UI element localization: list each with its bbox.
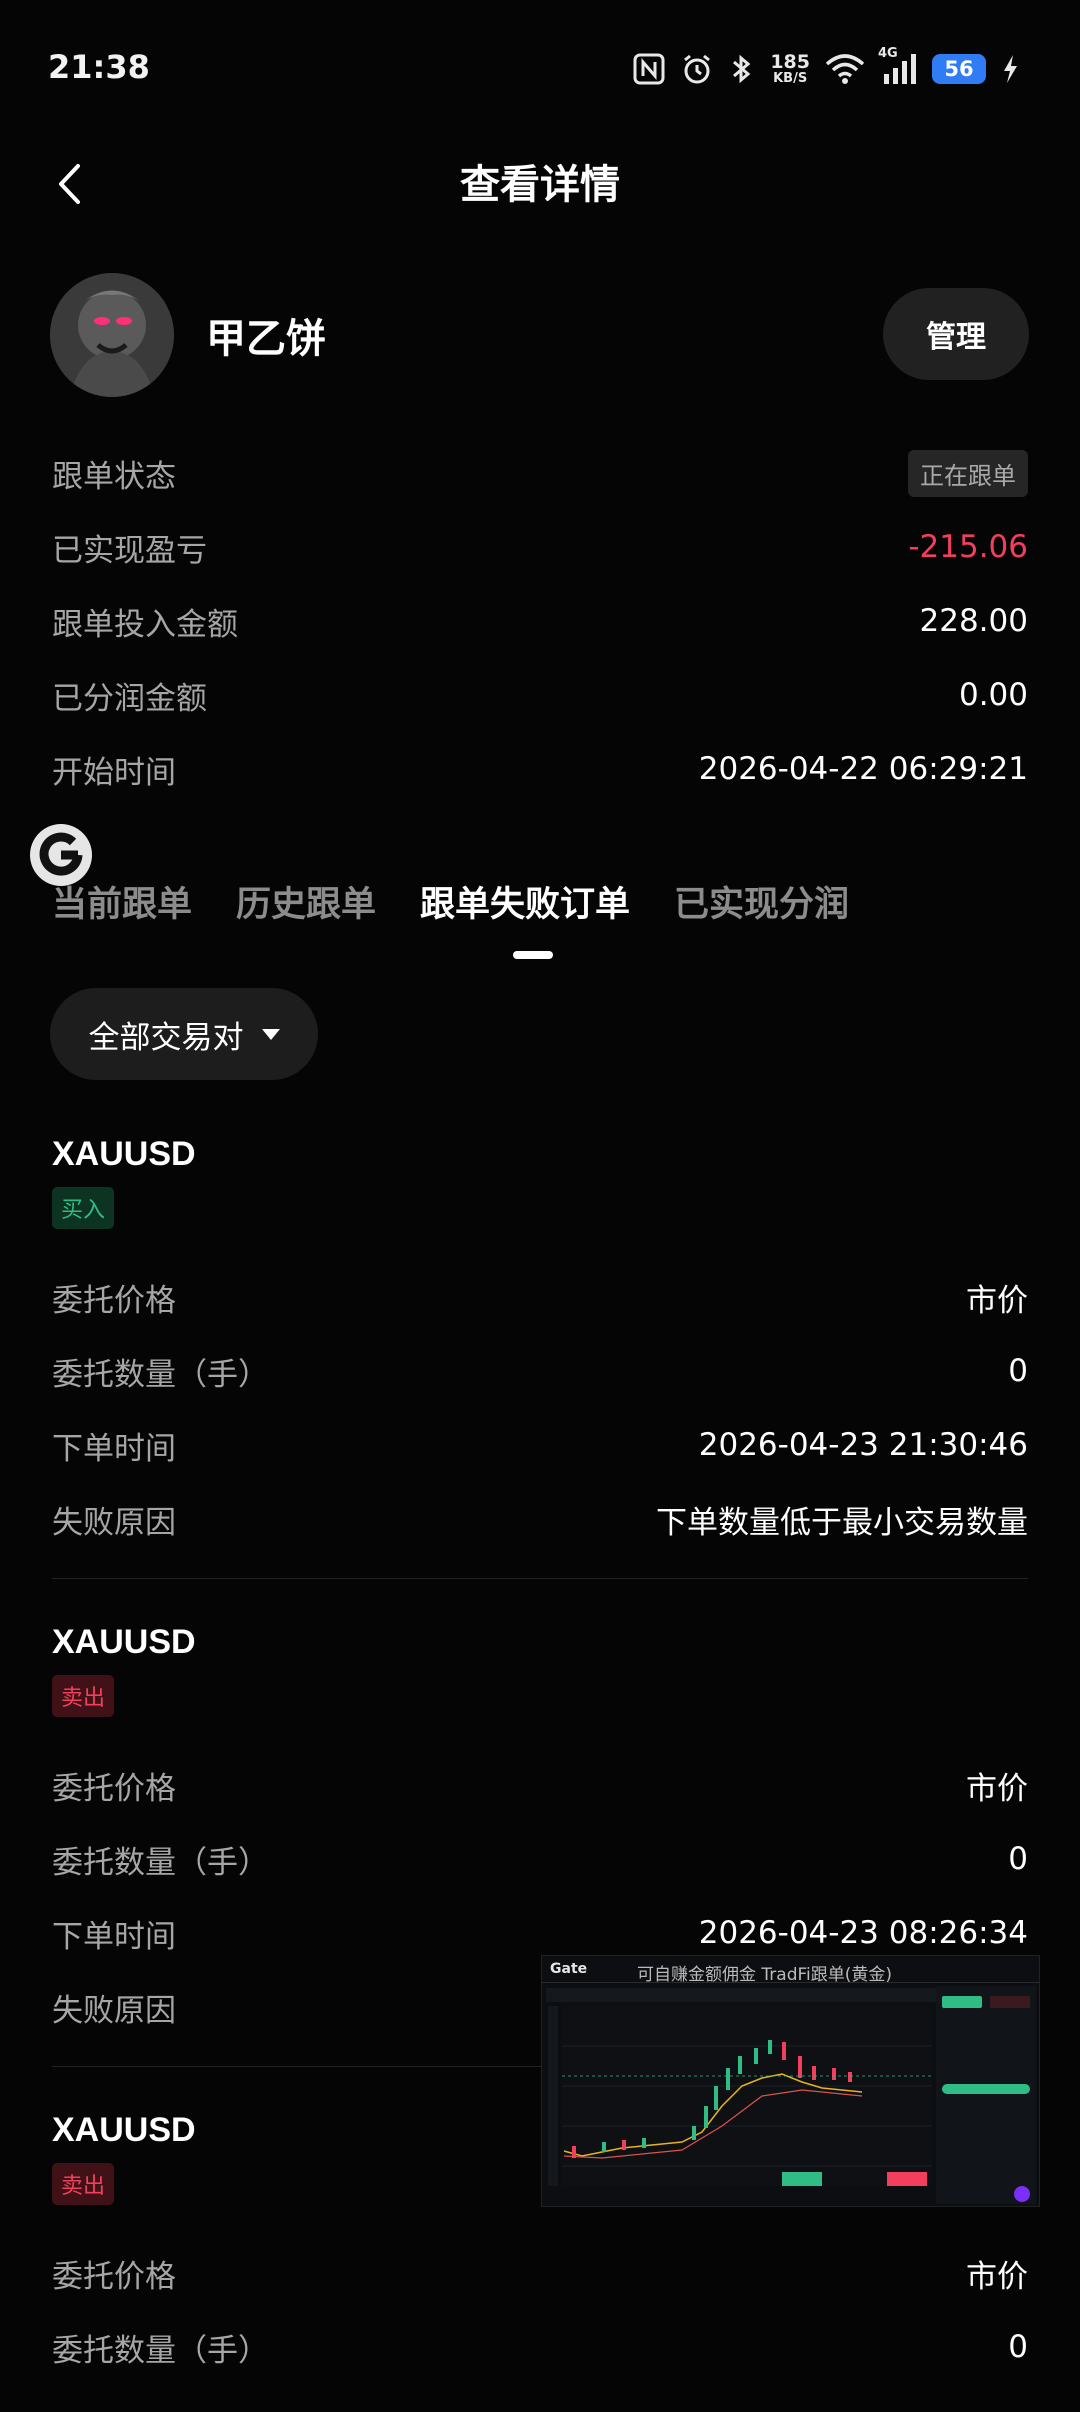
tab-indicator bbox=[513, 951, 553, 959]
summary-label: 跟单状态 bbox=[52, 458, 176, 495]
order-symbol: XAUUSD bbox=[52, 1623, 196, 1661]
pip-chart-thumbnail bbox=[542, 1982, 1039, 2204]
charging-icon bbox=[1000, 52, 1020, 86]
nfc-icon bbox=[632, 52, 666, 86]
pair-filter-dropdown[interactable]: 全部交易对 bbox=[50, 988, 318, 1080]
order-row-label: 委托价格 bbox=[52, 1282, 176, 1319]
order-row-value: 2026-04-23 21:30:46 bbox=[698, 1427, 1028, 1463]
order-row: 委托数量（手） 0 bbox=[52, 1346, 1028, 1396]
order-row-value: 市价 bbox=[966, 2258, 1028, 2295]
order-row: 下单时间 2026-04-23 21:30:46 bbox=[52, 1420, 1028, 1470]
order-row-label: 委托数量（手） bbox=[52, 2332, 269, 2369]
order-side-badge: 卖出 bbox=[52, 1675, 115, 1717]
order-row-label: 失败原因 bbox=[52, 1992, 176, 2029]
alarm-icon bbox=[680, 52, 714, 86]
order-row: 委托价格 市价 bbox=[52, 2248, 1028, 2298]
order-side-badge: 卖出 bbox=[52, 2163, 115, 2205]
order-row-value: 0 bbox=[1008, 1353, 1028, 1389]
pair-filter-label: 全部交易对 bbox=[88, 1019, 244, 1056]
manage-button[interactable]: 管理 bbox=[883, 288, 1029, 380]
summary-label: 跟单投入金额 bbox=[52, 606, 238, 643]
trader-name: 甲乙饼 bbox=[206, 316, 326, 362]
order-row-label: 委托价格 bbox=[52, 2258, 176, 2295]
order-row: 委托价格 市价 bbox=[52, 1760, 1028, 1810]
summary-row-profit-share: 已分润金额 0.00 bbox=[52, 670, 1028, 720]
refresh-icon[interactable] bbox=[28, 822, 94, 888]
order-side-badge: 买入 bbox=[52, 1187, 115, 1229]
summary-row-investment: 跟单投入金额 228.00 bbox=[52, 596, 1028, 646]
summary-label: 已实现盈亏 bbox=[52, 532, 207, 569]
summary-value: 2026-04-22 06:29:21 bbox=[698, 751, 1028, 787]
bluetooth-icon bbox=[728, 52, 756, 86]
net-speed-unit: KB/S bbox=[773, 71, 808, 86]
summary-row-status: 跟单状态 正在跟单 bbox=[52, 448, 1028, 498]
nav-header: 查看详情 bbox=[0, 140, 1080, 250]
summary-value: 0.00 bbox=[958, 677, 1028, 713]
status-bar: 21:38 185 KB/S 4G 56 bbox=[0, 0, 1080, 140]
order-row: 失败原因 下单数量低于最小交易数量 bbox=[52, 1494, 1028, 1544]
order-row-label: 失败原因 bbox=[52, 1504, 176, 1541]
order-row-label: 委托数量（手） bbox=[52, 1844, 269, 1881]
net-speed-value: 185 bbox=[770, 51, 810, 73]
network-type: 4G bbox=[878, 46, 898, 61]
order-row: 委托数量（手） 0 bbox=[52, 1834, 1028, 1884]
order-row: 委托数量（手） 0 bbox=[52, 2322, 1028, 2372]
page-title: 查看详情 bbox=[460, 162, 620, 208]
order-row-value: 下单数量低于最小交易数量 bbox=[656, 1504, 1028, 1541]
order-card: XAUUSD 买入 委托价格 市价 委托数量（手） 0 下单时间 2026-04… bbox=[52, 1135, 1028, 1579]
summary-label: 已分润金额 bbox=[52, 680, 207, 717]
caret-down-icon bbox=[261, 1028, 280, 1040]
tab-history-copy[interactable]: 历史跟单 bbox=[236, 876, 376, 936]
order-row-value: 0 bbox=[1008, 2329, 1028, 2365]
summary-row-realized-pnl: 已实现盈亏 -215.06 bbox=[52, 522, 1028, 572]
order-row-value: 0 bbox=[1008, 1841, 1028, 1877]
tab-realized-profit-share[interactable]: 已实现分润 bbox=[674, 876, 849, 936]
order-row-label: 下单时间 bbox=[52, 1918, 176, 1955]
summary-value: 228.00 bbox=[919, 603, 1028, 639]
order-row: 下单时间 2026-04-23 08:26:34 bbox=[52, 1908, 1028, 1958]
status-badge: 正在跟单 bbox=[908, 449, 1028, 497]
order-row-value: 市价 bbox=[966, 1770, 1028, 1807]
avatar[interactable] bbox=[50, 273, 174, 397]
status-icons: 185 KB/S 4G 56 bbox=[632, 46, 1020, 92]
order-tabs: 当前跟单 历史跟单 跟单失败订单 已实现分润 bbox=[52, 876, 849, 936]
status-time: 21:38 bbox=[48, 48, 150, 86]
signal-icon: 4G bbox=[878, 46, 918, 86]
order-symbol: XAUUSD bbox=[52, 1135, 196, 1173]
order-row-value: 2026-04-23 08:26:34 bbox=[698, 1915, 1028, 1951]
summary-value: -215.06 bbox=[908, 529, 1028, 565]
order-row: 委托价格 市价 bbox=[52, 1272, 1028, 1322]
order-symbol: XAUUSD bbox=[52, 2111, 196, 2149]
order-row-value: 市价 bbox=[966, 1282, 1028, 1319]
order-row-label: 委托价格 bbox=[52, 1770, 176, 1807]
order-row-label: 下单时间 bbox=[52, 1430, 176, 1467]
tab-failed-orders[interactable]: 跟单失败订单 bbox=[420, 876, 630, 936]
summary-label: 开始时间 bbox=[52, 754, 176, 791]
summary-row-start-time: 开始时间 2026-04-22 06:29:21 bbox=[52, 744, 1028, 794]
floating-screen-window[interactable]: Gate 可自赚金额佣金 TradFi跟单(黄金) bbox=[541, 1955, 1040, 2207]
net-speed: 185 KB/S bbox=[770, 51, 810, 86]
battery-indicator: 56 bbox=[932, 54, 986, 84]
order-row-label: 委托数量（手） bbox=[52, 1356, 269, 1393]
divider bbox=[52, 1578, 1028, 1579]
wifi-icon bbox=[824, 52, 866, 86]
